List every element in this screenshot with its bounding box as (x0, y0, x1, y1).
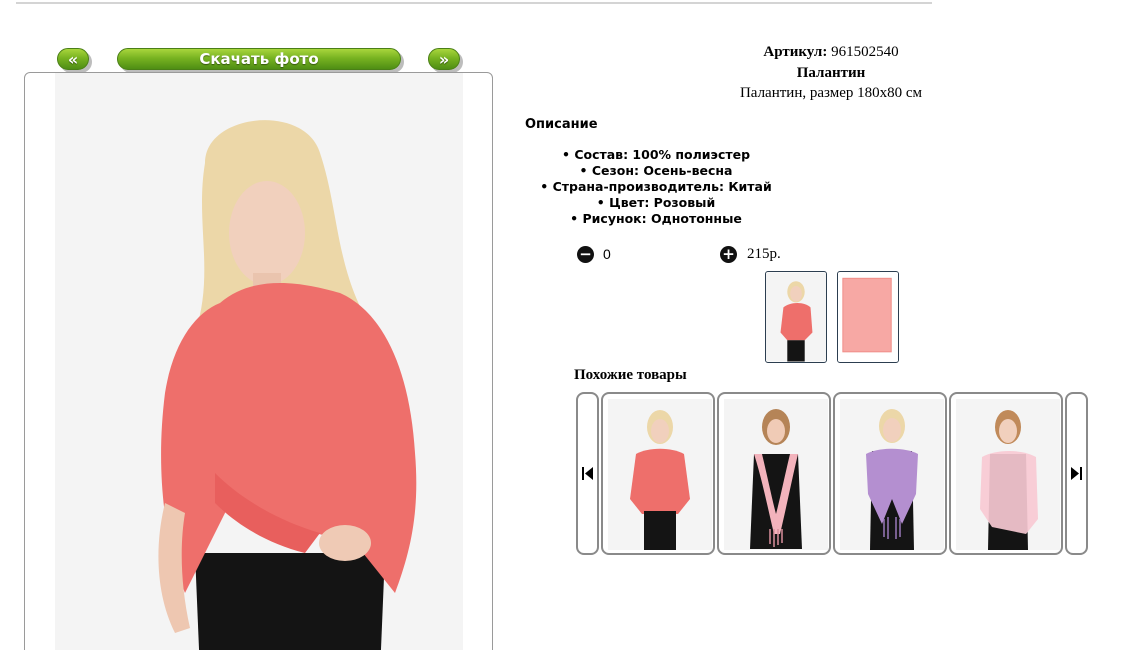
download-photo-button[interactable]: Скачать фото (117, 48, 401, 70)
skip-forward-icon (1071, 467, 1082, 480)
next-photo-button[interactable]: » (428, 48, 460, 70)
main-photo-frame (24, 72, 493, 650)
minus-icon[interactable]: − (577, 246, 594, 263)
similar-product-image (608, 399, 712, 550)
article-line: Артикул: 961502540 (690, 44, 972, 61)
feature-item: Страна-производитель: Китай (525, 179, 787, 195)
feature-item: Рисунок: Однотонные (525, 211, 787, 227)
carousel-next-button[interactable] (1065, 392, 1088, 555)
main-product-photo (55, 73, 463, 650)
similar-product-image (724, 399, 828, 550)
product-name: Палантин (796, 65, 866, 81)
photo-thumbnail-model[interactable] (765, 271, 827, 363)
top-divider (16, 2, 932, 4)
similar-product-card[interactable] (717, 392, 831, 555)
article-label: Артикул: (763, 44, 828, 60)
plus-icon[interactable]: + (720, 246, 737, 263)
similar-products-heading: Похожие товары (574, 367, 687, 383)
prev-photo-button[interactable]: « (57, 48, 89, 70)
article-value: 961502540 (831, 44, 899, 60)
product-short-description: Палантин, размер 180х80 см (739, 85, 923, 101)
quantity-value: 0 (603, 246, 611, 262)
feature-list: Состав: 100% полиэстер Сезон: Осень-весн… (525, 147, 787, 227)
similar-product-image (840, 399, 944, 550)
description-heading: Описание (525, 117, 598, 132)
similar-product-card[interactable] (601, 392, 715, 555)
skip-back-icon (582, 467, 593, 480)
thumbnail-fabric-image (838, 272, 898, 362)
feature-item: Цвет: Розовый (525, 195, 787, 211)
price: 215р. (747, 246, 781, 262)
similar-product-card[interactable] (949, 392, 1063, 555)
carousel-prev-button[interactable] (576, 392, 599, 555)
feature-item: Состав: 100% полиэстер (525, 147, 787, 163)
feature-item: Сезон: Осень-весна (525, 163, 787, 179)
photo-thumbnail-fabric[interactable] (837, 271, 899, 363)
thumbnail-model-image (766, 272, 826, 362)
similar-product-card[interactable] (833, 392, 947, 555)
similar-product-image (956, 399, 1060, 550)
